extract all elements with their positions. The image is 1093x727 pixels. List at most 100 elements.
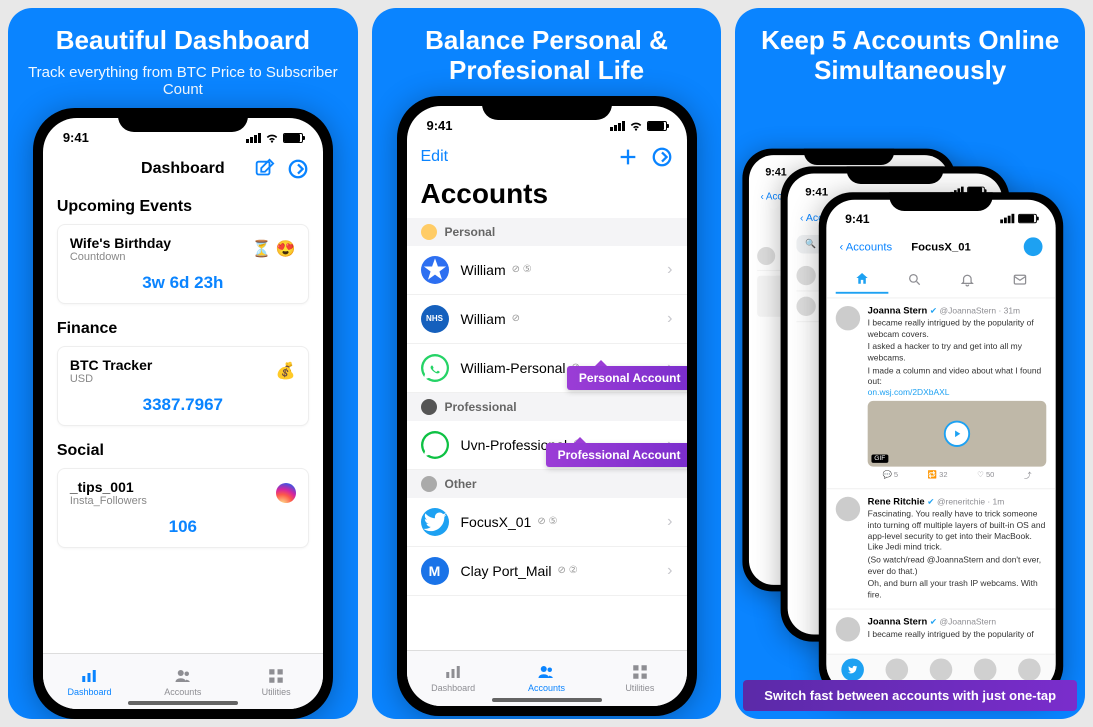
- mail-icon: M: [421, 557, 449, 585]
- compose-icon[interactable]: [253, 158, 275, 180]
- tab-messages[interactable]: [994, 265, 1047, 293]
- signal-icon: [610, 121, 625, 131]
- tweet-media[interactable]: GIF: [868, 401, 1047, 467]
- card-value: 106: [70, 517, 296, 537]
- tab-utilities[interactable]: Utilities: [593, 651, 686, 706]
- account-row[interactable]: M Clay Port_Mail⊘ ② ›: [407, 547, 687, 596]
- nav-bar: Edit: [407, 140, 687, 174]
- status-time: 9:41: [63, 130, 89, 145]
- phone-frame: 9:41 Edit Accounts Personal William⊘ ⑤: [397, 96, 697, 716]
- avatar: [836, 306, 860, 330]
- nav-edit-button[interactable]: Edit: [421, 148, 449, 166]
- settings-icon[interactable]: [651, 146, 673, 168]
- card-emoji: 💰: [276, 361, 296, 381]
- footer-callout: Switch fast between accounts with just o…: [743, 680, 1077, 711]
- callout-professional: Professional Account: [546, 443, 687, 467]
- page-title: Accounts: [407, 174, 687, 218]
- chevron-right-icon: ›: [667, 513, 672, 531]
- nhs-icon: NHS: [421, 305, 449, 333]
- whatsapp-icon: [421, 354, 449, 382]
- battery-icon: [283, 133, 303, 143]
- status-time: 9:41: [427, 118, 453, 133]
- social-card[interactable]: _tips_001 Insta_Followers 106: [57, 468, 309, 548]
- nav-back[interactable]: ‹ Accounts: [840, 240, 893, 253]
- tab-utilities[interactable]: Utilities: [229, 654, 322, 709]
- chart-icon: [442, 663, 464, 681]
- marketing-panel-2: Balance Personal & Profesional Life 9:41…: [372, 8, 722, 719]
- card-name: BTC Tracker: [70, 357, 152, 373]
- account-row[interactable]: William⊘ ⑤ ›: [407, 246, 687, 295]
- chart-icon: [78, 667, 100, 685]
- play-icon[interactable]: [944, 421, 970, 447]
- top-tabs: [827, 262, 1056, 299]
- tab-dashboard[interactable]: Dashboard: [43, 654, 136, 709]
- group-other: Other: [407, 470, 687, 498]
- settings-icon[interactable]: [287, 158, 309, 180]
- nav-title: Dashboard: [141, 160, 225, 178]
- wifi-icon: [265, 131, 279, 145]
- card-emoji: ⏳ 😍: [252, 239, 296, 259]
- panel-subtitle: Track everything from BTC Price to Subsc…: [22, 64, 344, 98]
- group-personal: Personal: [407, 218, 687, 246]
- account-row[interactable]: FocusX_01⊘ ⑤ ›: [407, 498, 687, 547]
- avatar: [836, 617, 860, 641]
- group-professional: Professional: [407, 393, 687, 421]
- home-indicator: [492, 698, 602, 702]
- section-title-social: Social: [57, 442, 309, 460]
- wifi-icon: [629, 119, 643, 133]
- instagram-icon: [276, 483, 296, 503]
- tab-search[interactable]: [889, 265, 942, 293]
- tab-dashboard[interactable]: Dashboard: [407, 651, 500, 706]
- chevron-right-icon: ›: [667, 562, 672, 580]
- card-value: 3w 6d 23h: [70, 273, 296, 293]
- account-row[interactable]: Uvn-Professional② › Professional Account: [407, 421, 687, 470]
- share-icon[interactable]: ⤴: [1024, 470, 1032, 480]
- whatsapp-icon: [421, 431, 449, 459]
- section-title-events: Upcoming Events: [57, 198, 309, 216]
- callout-personal: Personal Account: [567, 366, 687, 390]
- panel-title: Keep 5 Accounts Online Simultaneously: [749, 26, 1071, 86]
- like-icon[interactable]: ♡ 50: [977, 470, 994, 480]
- tweet[interactable]: Joanna Stern ✔ @JoannaStern · 31m I beca…: [827, 298, 1056, 489]
- card-subtitle: Insta_Followers: [70, 495, 147, 507]
- signal-icon: [246, 133, 261, 143]
- reply-icon[interactable]: 💬 5: [883, 470, 899, 480]
- account-row[interactable]: William-Personal⊘ › Personal Account: [407, 344, 687, 393]
- chevron-right-icon: ›: [667, 310, 672, 328]
- tab-notifications[interactable]: [941, 265, 994, 293]
- tweet[interactable]: Rene Ritchie ✔ @reneritchie · 1m Fascina…: [827, 489, 1056, 609]
- card-subtitle: USD: [70, 373, 152, 385]
- plus-icon[interactable]: [617, 146, 639, 168]
- grid-icon: [629, 663, 651, 681]
- tweet-actions: 💬 5 🔁 32 ♡ 50 ⤴: [868, 470, 1047, 480]
- retweet-icon[interactable]: 🔁 32: [928, 470, 948, 480]
- panel-title: Balance Personal & Profesional Life: [386, 26, 708, 86]
- avatar: [836, 497, 860, 521]
- star-icon: [421, 256, 449, 284]
- phone-front: 9:41 ‹ AccountsFocusX_01 Joanna Stern ✔ …: [819, 192, 1063, 700]
- card-value: 3387.7967: [70, 395, 296, 415]
- marketing-panel-1: Beautiful Dashboard Track everything fro…: [8, 8, 358, 719]
- event-card[interactable]: Wife's Birthday Countdown ⏳ 😍 3w 6d 23h: [57, 224, 309, 304]
- tweet[interactable]: Joanna Stern ✔ @JoannaStern I became rea…: [827, 609, 1056, 648]
- nav-bar: Dashboard: [43, 152, 323, 186]
- card-name: _tips_001: [70, 479, 147, 495]
- grid-icon: [265, 667, 287, 685]
- tab-home[interactable]: [836, 265, 889, 293]
- users-icon: [172, 667, 194, 685]
- battery-icon: [647, 121, 667, 131]
- phone-frame: 9:41 Dashboard Upcoming Events: [33, 108, 333, 719]
- card-subtitle: Countdown: [70, 251, 171, 263]
- account-row[interactable]: NHS William⊘ ›: [407, 295, 687, 344]
- card-name: Wife's Birthday: [70, 235, 171, 251]
- twitter-icon: [421, 508, 449, 536]
- gif-badge: GIF: [872, 454, 889, 462]
- section-title-finance: Finance: [57, 320, 309, 338]
- panel-title: Beautiful Dashboard: [22, 26, 344, 56]
- home-indicator: [128, 701, 238, 705]
- twitter-icon[interactable]: [1024, 237, 1043, 256]
- chevron-right-icon: ›: [667, 261, 672, 279]
- users-icon: [535, 663, 557, 681]
- marketing-panel-3: Keep 5 Accounts Online Simultaneously 9:…: [735, 8, 1085, 719]
- finance-card[interactable]: BTC Tracker USD 💰 3387.7967: [57, 346, 309, 426]
